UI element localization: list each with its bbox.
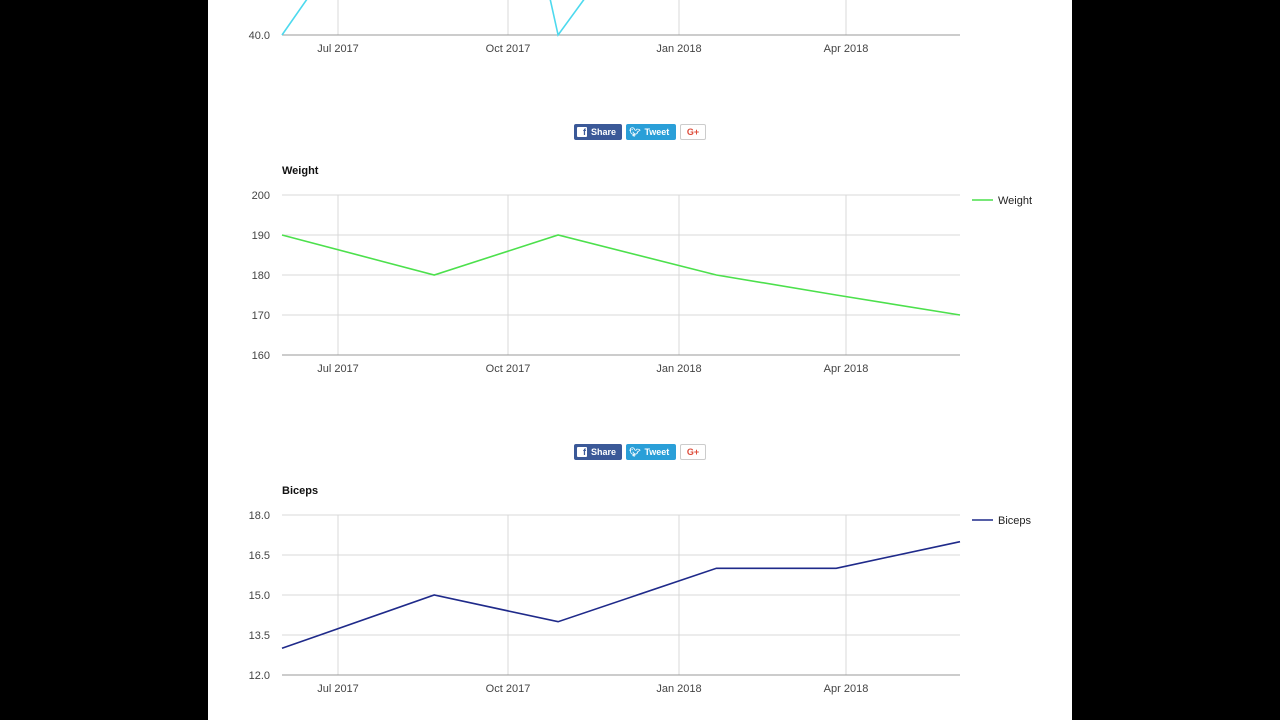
x-tick-label: Jul 2017: [317, 683, 359, 695]
legend-label: Biceps: [998, 515, 1032, 527]
x-tick-label: Apr 2018: [824, 683, 869, 695]
chart-biceps: 12.0 13.5 15.0 16.5 18.0 Jul 2017 Oct 2017 Jan …: [249, 485, 1032, 695]
y-tick-label: 12.0: [249, 670, 270, 682]
chart-title: Biceps: [282, 485, 318, 497]
page: 40.0 Jul 2017 Oct 2017 Jan 2018 Apr 2018 f S…: [208, 0, 1072, 720]
y-tick-label: 15.0: [249, 590, 270, 602]
y-tick-label: 13.5: [249, 630, 270, 642]
y-tick-label: 16.5: [249, 550, 270, 562]
chart-group-2: 12.0 13.5 15.0 16.5 18.0 Jul 2017 Oct 2017 Jan …: [249, 485, 1032, 695]
x-tick-label: Oct 2017: [486, 683, 531, 695]
y-tick-label: 18.0: [249, 510, 270, 522]
x-tick-label: Jan 2018: [656, 683, 701, 695]
